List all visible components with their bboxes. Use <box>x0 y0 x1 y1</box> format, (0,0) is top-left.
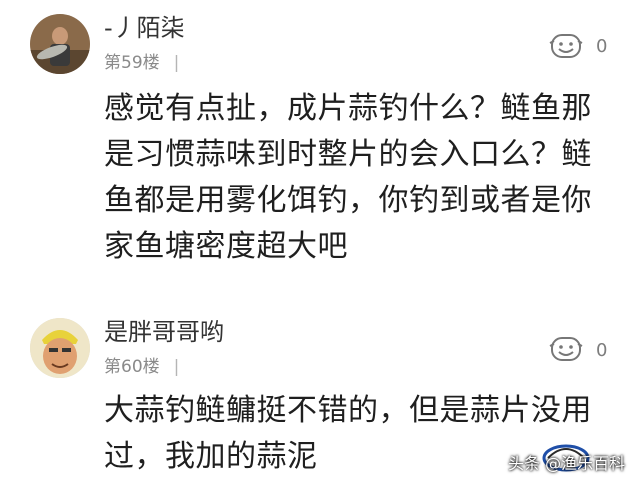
floor-number: 第59楼 <box>104 53 160 73</box>
avatar[interactable] <box>30 14 90 74</box>
thumbs-up-face-icon[interactable] <box>548 31 584 61</box>
comment-text: 感觉有点扯，成片蒜钓什么？鲢鱼那是习惯蒜味到时整片的会入口么？鲢鱼都是用雾化饵钓… <box>104 91 592 264</box>
thumbs-up-face-icon[interactable] <box>548 334 584 364</box>
meta-separator: | <box>173 53 180 73</box>
like-count: 0 <box>596 36 608 57</box>
cartoon-face-avatar-icon <box>30 318 90 378</box>
avatar[interactable] <box>30 318 90 378</box>
watermark-text: 头条 @渔乐百科 <box>508 454 626 473</box>
fisherman-avatar-icon <box>30 14 90 74</box>
floor-meta: 第60楼 | <box>104 356 179 378</box>
username[interactable]: 是胖哥哥哟 <box>104 318 224 346</box>
meta-separator: | <box>173 357 180 377</box>
like-count: 0 <box>596 340 608 361</box>
username[interactable]: -丿陌柒 <box>104 14 185 42</box>
floor-number: 第60楼 <box>104 357 160 377</box>
floor-meta: 第59楼 | <box>104 52 179 74</box>
